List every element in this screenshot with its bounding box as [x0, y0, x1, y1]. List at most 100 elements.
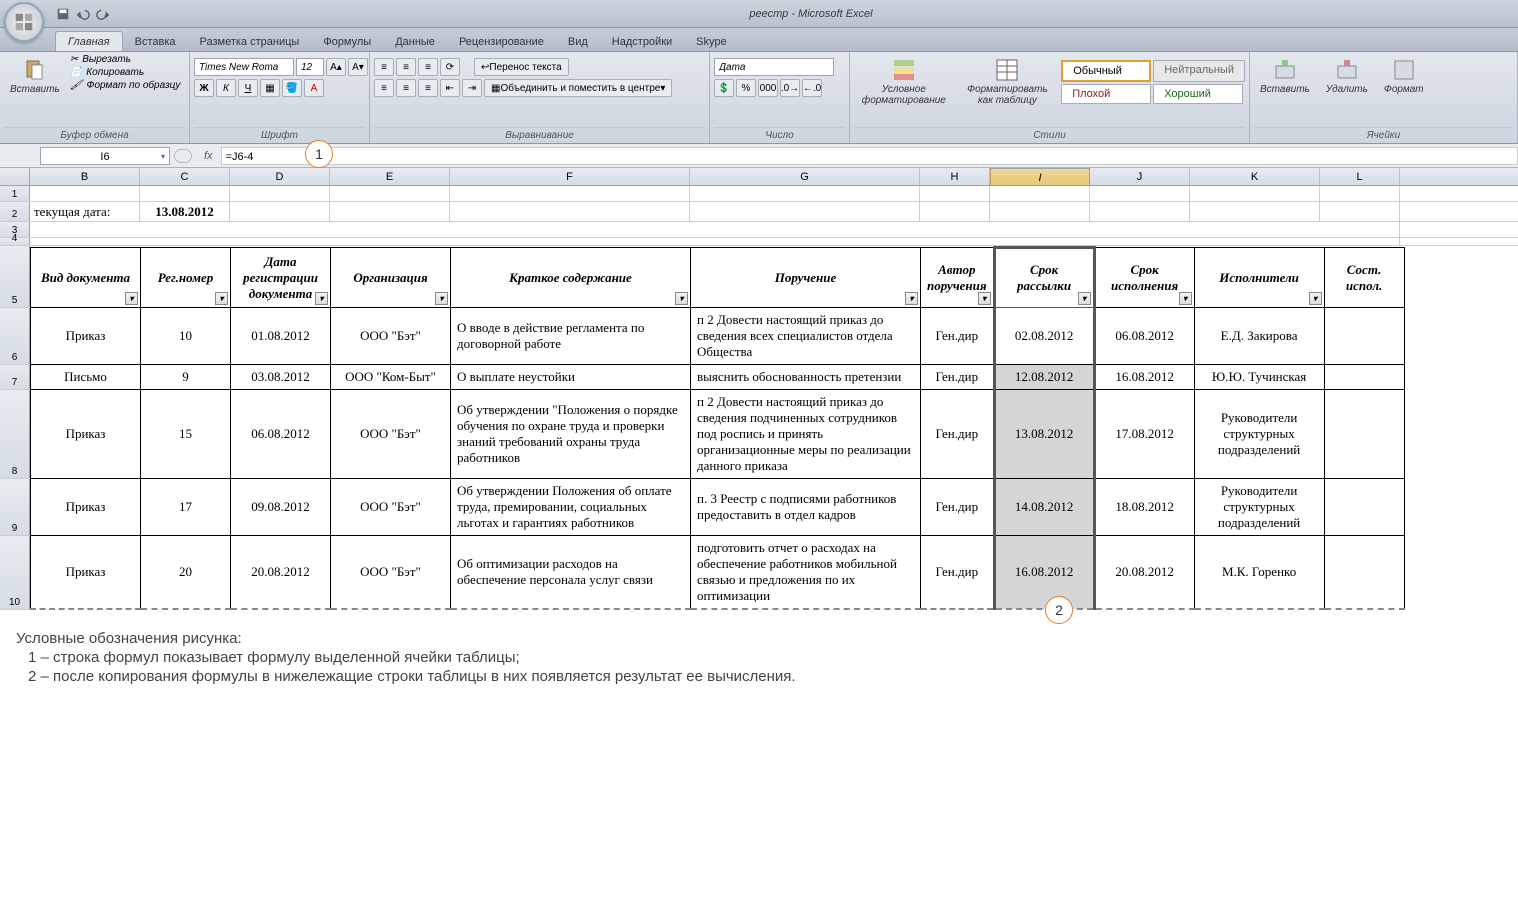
- cell[interactable]: [330, 202, 450, 221]
- cell-G9[interactable]: п. 3 Реестр с подписями работников предо…: [691, 479, 921, 536]
- filter-icon[interactable]: ▾: [1078, 292, 1091, 305]
- row-header-2[interactable]: 2: [0, 202, 30, 221]
- cell-G6[interactable]: п 2 Довести настоящий приказ до сведения…: [691, 308, 921, 365]
- increase-indent-icon[interactable]: ⇥: [462, 79, 482, 97]
- align-bottom-icon[interactable]: ≡: [418, 58, 438, 76]
- cell[interactable]: [450, 202, 690, 221]
- cell-B9[interactable]: Приказ: [31, 479, 141, 536]
- tab-review[interactable]: Рецензирование: [447, 32, 556, 51]
- cell-F9[interactable]: Об утверждении Положения об оплате труда…: [451, 479, 691, 536]
- font-size-select[interactable]: [296, 58, 324, 76]
- cell-L6[interactable]: [1324, 308, 1404, 365]
- paste-button[interactable]: Вставить: [4, 54, 66, 99]
- cell[interactable]: [450, 186, 690, 201]
- filter-icon[interactable]: ▾: [215, 292, 228, 305]
- name-box[interactable]: I6: [40, 147, 170, 165]
- wrap-text-button[interactable]: ↩ Перенос текста: [474, 58, 569, 76]
- currency-icon[interactable]: 💲: [714, 79, 734, 97]
- align-center-icon[interactable]: ≡: [396, 79, 416, 97]
- filter-icon[interactable]: ▾: [1309, 292, 1322, 305]
- cell-F7[interactable]: О выплате неустойки: [451, 365, 691, 390]
- row-header-7[interactable]: 7: [0, 365, 30, 390]
- cell-K10[interactable]: М.К. Горенко: [1194, 536, 1324, 610]
- cell[interactable]: [230, 202, 330, 221]
- cell[interactable]: [30, 222, 1400, 237]
- tab-skype[interactable]: Skype: [684, 32, 739, 51]
- th-status[interactable]: Сост. испол.: [1324, 248, 1404, 308]
- th-author[interactable]: Автор поручения▾: [921, 248, 995, 308]
- cell-H7[interactable]: Ген.дир: [921, 365, 995, 390]
- cell-H10[interactable]: Ген.дир: [921, 536, 995, 610]
- cell-K6[interactable]: Е.Д. Закирова: [1194, 308, 1324, 365]
- cell-D10[interactable]: 20.08.2012: [231, 536, 331, 610]
- col-header-K[interactable]: K: [1190, 168, 1320, 185]
- cell-J6[interactable]: 06.08.2012: [1094, 308, 1194, 365]
- cell-E8[interactable]: ООО "Бэт": [331, 390, 451, 479]
- cell-B7[interactable]: Письмо: [31, 365, 141, 390]
- cell[interactable]: [30, 238, 1400, 245]
- cell-G8[interactable]: п 2 Довести настоящий приказ до сведения…: [691, 390, 921, 479]
- cell-K9[interactable]: Руководители структурных подразделений: [1194, 479, 1324, 536]
- cell[interactable]: [330, 186, 450, 201]
- comma-icon[interactable]: 000: [758, 79, 778, 97]
- tab-home[interactable]: Главная: [55, 31, 123, 51]
- cell-C1[interactable]: [140, 186, 230, 201]
- undo-icon[interactable]: [76, 7, 90, 21]
- cell-E9[interactable]: ООО "Бэт": [331, 479, 451, 536]
- col-header-I[interactable]: I: [990, 168, 1090, 186]
- filter-icon[interactable]: ▾: [978, 292, 991, 305]
- cell[interactable]: [690, 186, 920, 201]
- col-header-B[interactable]: B: [30, 168, 140, 185]
- tab-page-layout[interactable]: Разметка страницы: [188, 32, 312, 51]
- percent-icon[interactable]: %: [736, 79, 756, 97]
- cell-D7[interactable]: 03.08.2012: [231, 365, 331, 390]
- tab-formulas[interactable]: Формулы: [311, 32, 383, 51]
- cell[interactable]: [990, 202, 1090, 221]
- filter-icon[interactable]: ▾: [435, 292, 448, 305]
- row-header-4[interactable]: 4: [0, 238, 30, 245]
- col-header-J[interactable]: J: [1090, 168, 1190, 185]
- font-name-select[interactable]: [194, 58, 294, 76]
- select-all-corner[interactable]: [0, 168, 30, 185]
- cell-E7[interactable]: ООО "Ком-Быт": [331, 365, 451, 390]
- increase-font-icon[interactable]: A▴: [326, 58, 346, 76]
- decrease-decimal-icon[interactable]: ←.0: [802, 79, 822, 97]
- style-neutral[interactable]: Нейтральный: [1153, 60, 1245, 82]
- cell-H8[interactable]: Ген.дир: [921, 390, 995, 479]
- align-middle-icon[interactable]: ≡: [396, 58, 416, 76]
- cell[interactable]: [1190, 202, 1320, 221]
- cell-L10[interactable]: [1324, 536, 1404, 610]
- filter-icon[interactable]: ▾: [675, 292, 688, 305]
- format-painter-button[interactable]: 🖌Формат по образцу: [70, 80, 181, 91]
- cell-F6[interactable]: О вводе в действие регламента по договор…: [451, 308, 691, 365]
- tab-view[interactable]: Вид: [556, 32, 600, 51]
- office-button[interactable]: [4, 2, 44, 42]
- formula-input[interactable]: =J6-4: [221, 147, 1518, 165]
- tab-insert[interactable]: Вставка: [123, 32, 188, 51]
- format-cells-button[interactable]: Формат: [1378, 54, 1430, 99]
- delete-cells-button[interactable]: Удалить: [1320, 54, 1374, 99]
- cell-I10[interactable]: 16.08.2012: [994, 536, 1094, 610]
- cell-J8[interactable]: 17.08.2012: [1094, 390, 1194, 479]
- th-reg-num[interactable]: Рег.номер▾: [141, 248, 231, 308]
- filter-icon[interactable]: ▾: [315, 292, 328, 305]
- cancel-icon[interactable]: [174, 149, 192, 163]
- cell-G10[interactable]: подготовить отчет о расходах на обеспече…: [691, 536, 921, 610]
- cell-I7[interactable]: 12.08.2012: [994, 365, 1094, 390]
- tab-data[interactable]: Данные: [383, 32, 447, 51]
- cell-F10[interactable]: Об оптимизации расходов на обеспечение п…: [451, 536, 691, 610]
- row-header-8[interactable]: 8: [0, 390, 30, 479]
- cell-C7[interactable]: 9: [141, 365, 231, 390]
- cell-H9[interactable]: Ген.дир: [921, 479, 995, 536]
- col-header-H[interactable]: H: [920, 168, 990, 185]
- col-header-L[interactable]: L: [1320, 168, 1400, 185]
- cell-B6[interactable]: Приказ: [31, 308, 141, 365]
- filter-icon[interactable]: ▾: [905, 292, 918, 305]
- align-top-icon[interactable]: ≡: [374, 58, 394, 76]
- increase-decimal-icon[interactable]: .0→: [780, 79, 800, 97]
- cell[interactable]: [1190, 186, 1320, 201]
- cell[interactable]: [1320, 202, 1400, 221]
- conditional-formatting-button[interactable]: Условное форматирование: [854, 54, 954, 110]
- cell-E6[interactable]: ООО "Бэт": [331, 308, 451, 365]
- cell-L8[interactable]: [1324, 390, 1404, 479]
